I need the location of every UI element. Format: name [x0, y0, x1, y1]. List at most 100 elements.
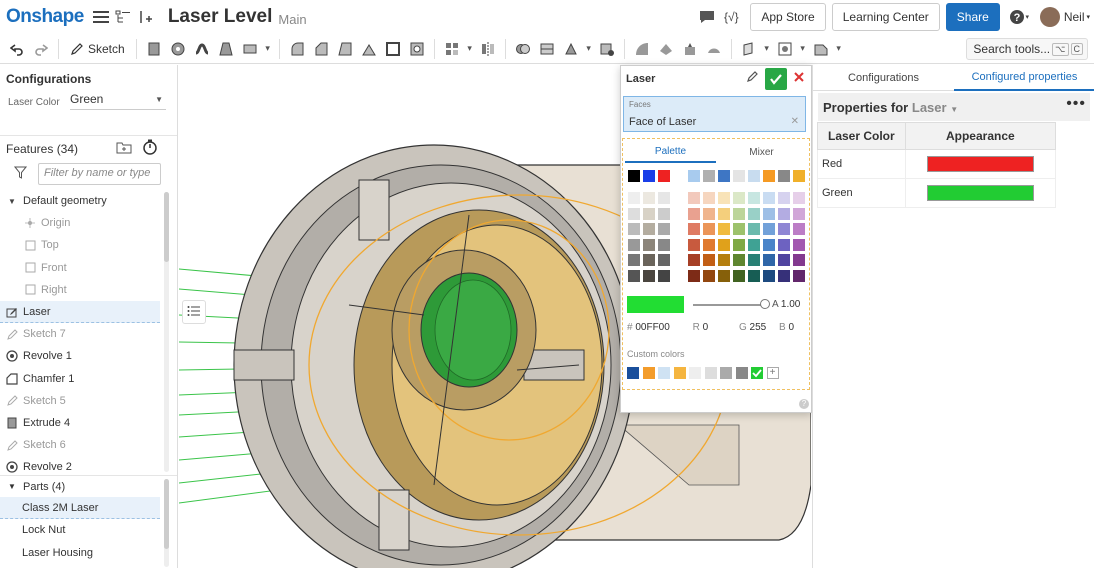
color-swatch[interactable]: [733, 238, 745, 251]
color-swatch[interactable]: [793, 269, 805, 282]
boolean-icon[interactable]: [512, 38, 534, 60]
color-swatch[interactable]: [778, 223, 790, 235]
custom-color-swatch[interactable]: [735, 367, 748, 379]
color-swatch[interactable]: [778, 170, 790, 182]
color-swatch[interactable]: [703, 223, 715, 235]
pencil-icon[interactable]: [746, 70, 759, 86]
rib-icon[interactable]: [358, 38, 380, 60]
thicken-icon[interactable]: [239, 38, 261, 60]
color-swatch[interactable]: [658, 238, 670, 251]
color-swatch[interactable]: [763, 170, 775, 182]
modify-fillet-icon[interactable]: [631, 38, 653, 60]
color-swatch[interactable]: [793, 254, 805, 266]
b-value[interactable]: 0: [788, 322, 794, 333]
g-value[interactable]: 255: [750, 322, 767, 333]
tree-item[interactable]: ▼ Default geometry: [0, 190, 160, 212]
tab-mixer[interactable]: Mixer: [716, 141, 807, 163]
chevron-down-icon[interactable]: ▾: [762, 38, 772, 60]
color-swatch[interactable]: [643, 192, 655, 204]
table-row[interactable]: Green: [817, 178, 1057, 208]
tree-item[interactable]: Laser: [0, 300, 160, 324]
extrude-icon[interactable]: [143, 38, 165, 60]
color-swatch[interactable]: [703, 170, 715, 182]
color-swatch[interactable]: [778, 254, 790, 266]
color-swatch[interactable]: [763, 192, 775, 204]
color-swatch[interactable]: [763, 207, 775, 220]
color-swatch[interactable]: [778, 207, 790, 220]
tab-configurations[interactable]: Configurations: [813, 65, 954, 91]
color-swatch[interactable]: [748, 269, 760, 282]
appearance-color-bar[interactable]: [926, 185, 1034, 201]
more-options-icon[interactable]: •••: [1066, 95, 1086, 113]
tree-item[interactable]: Sketch 7: [0, 323, 160, 345]
undo-icon[interactable]: [6, 38, 28, 60]
mate-connector-icon[interactable]: [774, 38, 796, 60]
chamfer-icon[interactable]: [310, 38, 332, 60]
pattern-icon[interactable]: [441, 38, 463, 60]
color-swatch[interactable]: [748, 192, 760, 204]
color-swatch[interactable]: [643, 223, 655, 235]
offset-surface-icon[interactable]: [703, 38, 725, 60]
color-swatch[interactable]: [718, 269, 730, 282]
color-swatch[interactable]: [718, 207, 730, 220]
cancel-button[interactable]: [793, 70, 805, 86]
tree-item[interactable]: Extrude 4: [0, 412, 160, 434]
replace-face-icon[interactable]: [679, 38, 701, 60]
menu-icon[interactable]: [90, 6, 112, 28]
tree-item[interactable]: Top: [0, 234, 160, 256]
color-swatch[interactable]: [658, 269, 670, 282]
help-icon[interactable]: ?: [799, 399, 809, 409]
timer-icon[interactable]: [142, 139, 158, 158]
comment-icon[interactable]: [696, 6, 718, 28]
custom-color-swatch[interactable]: [704, 367, 717, 379]
color-swatch[interactable]: [688, 192, 700, 204]
sketch-button[interactable]: Sketch: [64, 38, 131, 60]
table-row[interactable]: Red: [817, 149, 1057, 179]
color-swatch[interactable]: [688, 223, 700, 235]
color-swatch[interactable]: [733, 254, 745, 266]
color-swatch[interactable]: [733, 170, 745, 182]
color-swatch[interactable]: [628, 238, 640, 251]
custom-color-swatch[interactable]: [751, 367, 763, 379]
tree-item[interactable]: Sketch 6: [0, 434, 160, 456]
chevron-down-icon[interactable]: ▾: [263, 38, 273, 60]
onshape-logo[interactable]: Onshape: [6, 6, 84, 28]
color-swatch[interactable]: [718, 238, 730, 251]
feature-list-icon[interactable]: [112, 6, 134, 28]
draft-icon[interactable]: [334, 38, 356, 60]
custom-color-swatch[interactable]: [642, 367, 655, 379]
learning-center-button[interactable]: Learning Center: [831, 3, 940, 31]
tree-item[interactable]: Sketch 5: [0, 390, 160, 412]
tab-palette[interactable]: Palette: [625, 141, 716, 163]
color-swatch[interactable]: [703, 238, 715, 251]
custom-color-swatch[interactable]: [689, 367, 701, 379]
scrollbar[interactable]: [164, 479, 169, 567]
config-value-cell[interactable]: Red: [817, 149, 906, 179]
chevron-down-icon[interactable]: ▾: [834, 38, 844, 60]
delete-part-icon[interactable]: [596, 38, 618, 60]
color-swatch[interactable]: [628, 192, 640, 204]
color-swatch[interactable]: [733, 192, 745, 204]
color-swatch[interactable]: [703, 269, 715, 282]
mirror-icon[interactable]: [477, 38, 499, 60]
hole-icon[interactable]: [406, 38, 428, 60]
custom-color-swatch[interactable]: [673, 367, 686, 379]
color-swatch[interactable]: [778, 269, 790, 282]
color-swatch[interactable]: [703, 254, 715, 266]
color-swatch[interactable]: [763, 223, 775, 235]
plane-icon[interactable]: [738, 38, 760, 60]
filter-icon[interactable]: [13, 166, 28, 182]
color-swatch[interactable]: [748, 254, 760, 266]
color-swatch[interactable]: [793, 192, 805, 204]
appearance-cell[interactable]: [904, 178, 1057, 208]
color-swatch[interactable]: [688, 269, 700, 282]
color-swatch[interactable]: [658, 170, 670, 182]
color-swatch[interactable]: [733, 223, 745, 235]
color-swatch[interactable]: [793, 223, 805, 235]
split-icon[interactable]: [536, 38, 558, 60]
tab-configured-properties[interactable]: Configured properties: [954, 65, 1094, 91]
color-swatch[interactable]: [643, 238, 655, 251]
color-swatch[interactable]: [748, 170, 760, 182]
color-swatch[interactable]: [628, 207, 640, 220]
color-swatch[interactable]: [628, 269, 640, 282]
